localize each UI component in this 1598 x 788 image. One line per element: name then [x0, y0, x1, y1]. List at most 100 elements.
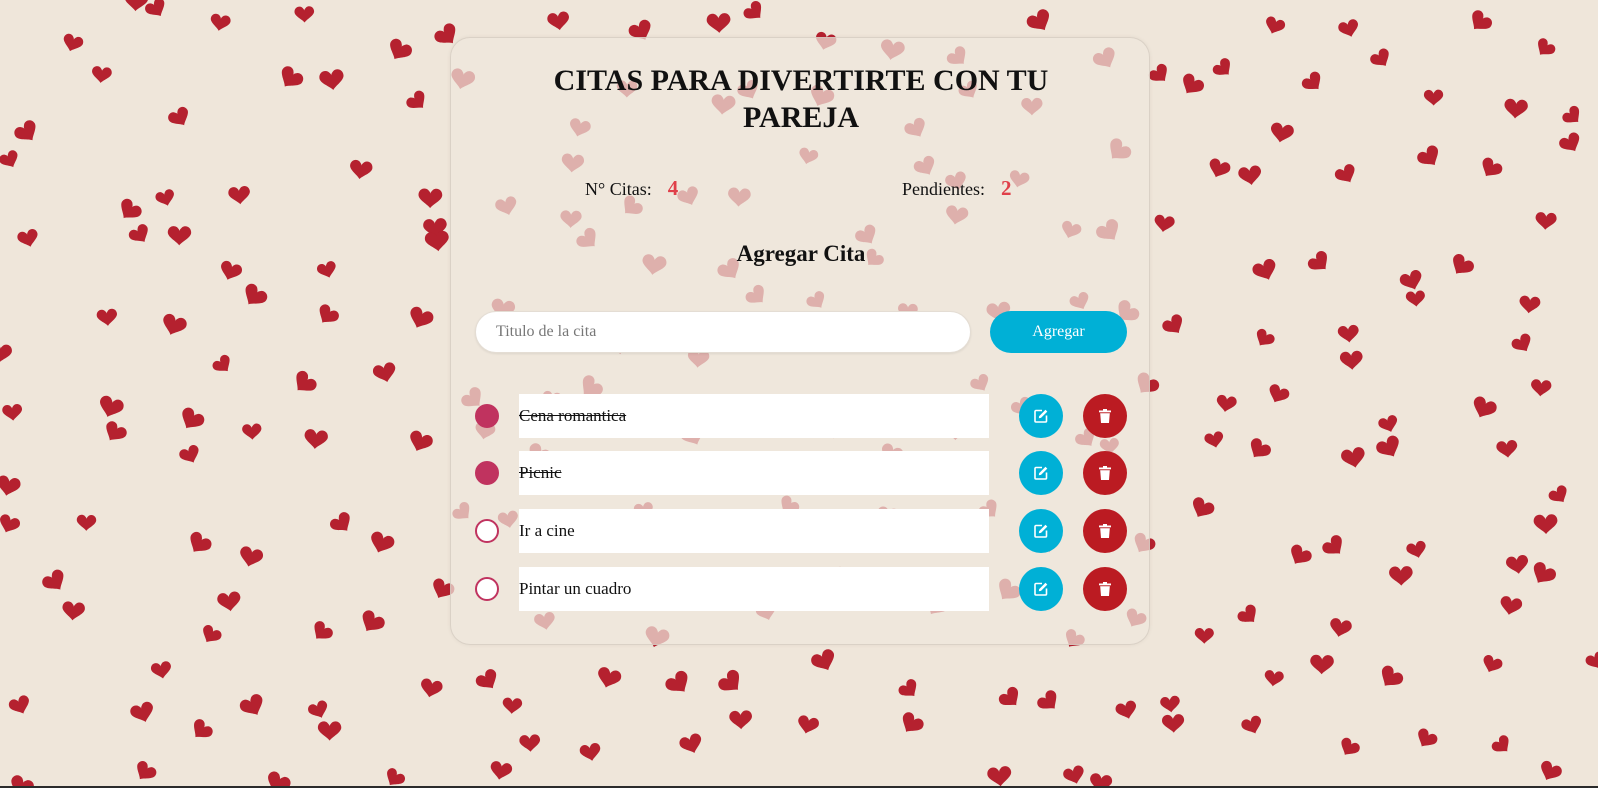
heart-icon	[126, 222, 154, 248]
heart-icon	[896, 710, 926, 739]
heart-icon	[1160, 312, 1188, 339]
heart-icon	[100, 419, 129, 447]
heart-icon	[1465, 7, 1495, 37]
heart-icon	[317, 721, 342, 741]
trash-icon	[1099, 524, 1111, 538]
heart-icon	[677, 731, 706, 757]
delete-button[interactable]	[1083, 509, 1127, 553]
heart-icon	[1265, 382, 1292, 407]
heart-icon	[1503, 98, 1529, 120]
heart-icon	[128, 700, 157, 726]
heart-icon	[404, 88, 431, 115]
complete-checkbox[interactable]	[475, 577, 499, 601]
cita-title: Picnic	[519, 451, 989, 495]
heart-icon	[131, 758, 159, 786]
heart-icon	[1203, 430, 1226, 450]
heart-icon	[1239, 714, 1265, 738]
total-citas-label: N° Citas:	[585, 179, 652, 199]
edit-button[interactable]	[1019, 509, 1063, 553]
heart-icon	[1583, 649, 1598, 673]
heart-icon	[1375, 663, 1406, 693]
heart-icon	[1412, 726, 1440, 752]
list-item: Ir a cine	[451, 509, 1151, 553]
heart-icon	[143, 0, 170, 22]
heart-icon	[1468, 394, 1499, 423]
cita-title: Ir a cine	[519, 509, 989, 553]
heart-icon	[303, 428, 329, 451]
edit-icon	[1034, 466, 1048, 480]
heart-icon	[1374, 433, 1405, 463]
app-card: CITAS PARA DIVERTIRTE CON TU PAREJA N° C…	[450, 37, 1150, 645]
pending-label: Pendientes:	[902, 179, 985, 199]
heart-icon	[706, 12, 732, 34]
heart-icon	[176, 405, 207, 435]
delete-button[interactable]	[1083, 567, 1127, 611]
heart-icon	[1235, 602, 1262, 629]
heart-icon	[1388, 565, 1414, 587]
heart-icon	[1495, 439, 1519, 459]
cita-title: Cena romantica	[519, 394, 989, 438]
heart-icon	[315, 259, 339, 281]
heart-icon	[418, 677, 444, 700]
heart-icon	[1237, 164, 1264, 187]
heart-icon	[1560, 103, 1586, 129]
heart-icon	[501, 697, 523, 715]
heart-icon	[313, 302, 342, 329]
heart-icon	[237, 691, 269, 721]
heart-icon	[1398, 268, 1426, 294]
heart-icon	[1533, 514, 1558, 535]
heart-icon	[473, 667, 503, 695]
heart-icon	[1159, 695, 1182, 714]
heart-icon	[1244, 436, 1274, 464]
heart-icon	[12, 117, 42, 147]
heart-icon	[371, 361, 399, 385]
heart-icon	[1215, 394, 1238, 414]
heart-icon	[381, 766, 407, 788]
heart-icon	[327, 509, 356, 538]
trash-icon	[1099, 466, 1111, 480]
heart-icon	[1333, 162, 1360, 188]
complete-checkbox[interactable]	[475, 519, 499, 543]
heart-icon	[1251, 326, 1277, 351]
heart-icon	[996, 684, 1025, 713]
edit-icon	[1034, 524, 1048, 538]
heart-icon	[60, 32, 85, 55]
delete-button[interactable]	[1083, 394, 1127, 438]
heart-icon	[1327, 617, 1353, 640]
add-cita-button[interactable]: Agregar	[990, 311, 1127, 353]
pending-count: 2	[1001, 176, 1012, 200]
heart-icon	[518, 733, 541, 753]
heart-icon	[366, 529, 397, 557]
heart-icon	[1405, 290, 1426, 308]
heart-icon	[715, 667, 747, 699]
heart-icon	[308, 618, 335, 646]
heart-icon	[294, 6, 315, 23]
heart-icon	[198, 623, 224, 648]
heart-icon	[741, 0, 768, 26]
heart-icon	[1536, 759, 1564, 785]
heart-icon	[405, 428, 435, 456]
heart-icon	[594, 665, 623, 691]
heart-icon	[318, 68, 346, 92]
heart-icon	[166, 104, 194, 131]
heart-icon	[1187, 495, 1217, 523]
page-title: CITAS PARA DIVERTIRTE CON TU PAREJA	[553, 64, 1049, 134]
heart-icon	[159, 312, 189, 339]
heart-icon	[1285, 542, 1314, 570]
heart-icon	[177, 443, 203, 467]
edit-button[interactable]	[1019, 567, 1063, 611]
heart-icon	[418, 188, 443, 209]
edit-button[interactable]	[1019, 394, 1063, 438]
heart-icon	[1336, 17, 1362, 40]
edit-button[interactable]	[1019, 451, 1063, 495]
heart-icon	[217, 259, 244, 284]
complete-checkbox[interactable]	[475, 461, 499, 485]
heart-icon	[275, 63, 306, 94]
delete-button[interactable]	[1083, 451, 1127, 495]
heart-icon	[384, 36, 415, 65]
heart-icon	[1262, 15, 1287, 37]
heart-icon	[1305, 248, 1334, 277]
heart-icon	[1479, 653, 1504, 676]
cita-title-input[interactable]	[475, 311, 971, 353]
complete-checkbox[interactable]	[475, 404, 499, 428]
